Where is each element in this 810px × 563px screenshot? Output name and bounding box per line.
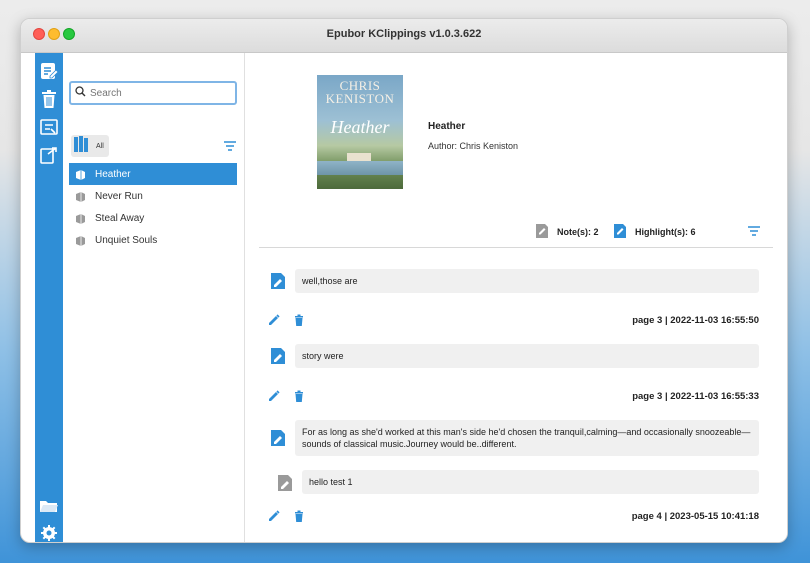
note-icon (276, 474, 294, 492)
book-item-never-run[interactable]: Never Run (69, 185, 237, 207)
edit-icon[interactable] (267, 389, 281, 403)
book-item-steal-away[interactable]: Steal Away (69, 207, 237, 229)
clippings-icon[interactable] (37, 59, 61, 83)
highlights-stat[interactable]: Highlight(s): 6 (613, 223, 696, 241)
highlight-text[interactable]: well,those are (295, 269, 759, 293)
book-detail-author: Author: Chris Keniston (428, 141, 519, 151)
book-item-unquiet-souls[interactable]: Unquiet Souls (69, 229, 237, 251)
highlight-icon (269, 272, 287, 290)
book-list: Heather Never Run Steal Away Unquiet Sou… (69, 163, 237, 251)
window-title: Epubor KClippings v1.0.3.622 (326, 28, 482, 40)
highlight-icon (269, 429, 287, 447)
book-icon (75, 190, 87, 202)
book-icon (75, 212, 87, 224)
book-detail-title: Heather (428, 121, 466, 132)
header-divider (259, 247, 773, 248)
clipping-meta: page 3 | 2022-11-03 16:55:50 (632, 315, 759, 326)
notes-count: Note(s): 2 (557, 227, 599, 237)
books-stack-icon (73, 135, 93, 158)
book-title: Heather (95, 168, 131, 180)
clipping-meta: page 3 | 2022-11-03 16:55:33 (632, 391, 759, 402)
settings-icon[interactable] (37, 521, 61, 542)
all-books-label: All (96, 142, 104, 150)
edit-icon[interactable] (267, 313, 281, 327)
search-box[interactable] (69, 81, 237, 105)
all-books-button[interactable]: All (71, 135, 109, 157)
highlight-text[interactable]: For as long as she'd worked at this man'… (295, 420, 759, 456)
note-text[interactable]: hello test 1 (302, 470, 759, 494)
book-title: Steal Away (95, 212, 145, 224)
export-icon[interactable] (37, 115, 61, 139)
book-icon (75, 234, 87, 246)
notes-stat[interactable]: Note(s): 2 (535, 223, 599, 241)
trash-icon[interactable] (37, 87, 61, 111)
book-item-heather[interactable]: Heather (69, 163, 237, 185)
delete-icon[interactable] (292, 389, 306, 403)
sort-entries-icon[interactable] (747, 225, 761, 237)
sidebar-rail (35, 53, 63, 542)
clippings-detail-pane: CHRIS KENISTON Heather Heather Author: Ch… (245, 53, 787, 542)
highlight-icon (613, 223, 627, 241)
delete-icon[interactable] (292, 313, 306, 327)
book-title: Never Run (95, 190, 143, 202)
book-icon (75, 168, 87, 180)
title-bar: Epubor KClippings v1.0.3.622 (21, 19, 787, 53)
filter-row: All (71, 135, 237, 157)
cover-title: Heather (330, 117, 390, 137)
edit-icon[interactable] (267, 509, 281, 523)
note-icon (535, 223, 549, 241)
cover-author: CHRIS KENISTON (325, 78, 395, 106)
cover-lake-illustration (317, 161, 403, 175)
highlight-icon (269, 347, 287, 365)
delete-icon[interactable] (292, 509, 306, 523)
book-cover: CHRIS KENISTON Heather (317, 75, 403, 189)
search-icon (75, 84, 86, 102)
app-window: Epubor KClippings v1.0.3.622 Search All … (20, 18, 788, 543)
book-title: Unquiet Souls (95, 234, 158, 246)
highlights-count: Highlight(s): 6 (635, 227, 696, 237)
folder-icon[interactable] (37, 494, 61, 518)
book-list-pane: All Heather Never Run Steal Away Unquiet… (63, 53, 245, 542)
share-icon[interactable] (37, 143, 61, 167)
clipping-stats: Note(s): 2 Highlight(s): 6 (535, 223, 775, 241)
search-input[interactable] (90, 87, 230, 99)
highlight-text[interactable]: story were (295, 344, 759, 368)
sort-filter-icon[interactable] (223, 139, 237, 157)
clipping-meta: page 4 | 2023-05-15 10:41:18 (631, 511, 759, 522)
